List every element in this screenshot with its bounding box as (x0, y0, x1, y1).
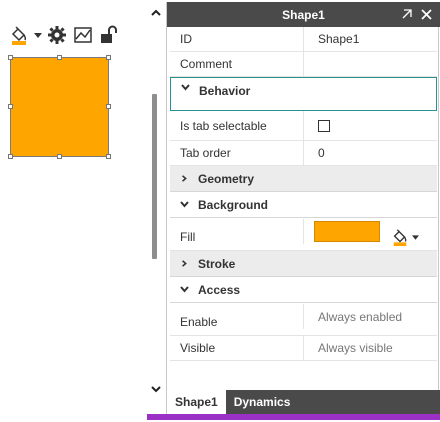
canvas-area (0, 0, 145, 422)
accent-divider (147, 414, 440, 420)
fill-color-swatch[interactable] (314, 221, 380, 242)
shape-rectangle[interactable] (10, 57, 109, 157)
tab-shape1[interactable]: Shape1 (167, 390, 226, 414)
tab-dynamics[interactable]: Dynamics (226, 390, 299, 414)
fill-bucket-button[interactable] (8, 24, 30, 46)
fill-bucket-icon (393, 229, 407, 246)
caret-down-icon (34, 32, 42, 38)
resize-handle-w[interactable] (8, 104, 13, 109)
property-row-tab-order: Tab order 0 (170, 141, 437, 166)
chevron-down-icon (151, 385, 161, 392)
comment-value-field[interactable] (303, 52, 437, 76)
enable-value-field[interactable]: Always enabled (303, 304, 437, 329)
fill-bucket-icon (11, 26, 27, 45)
section-title: Behavior (199, 84, 251, 98)
selected-shape[interactable] (8, 55, 111, 159)
chart-icon (74, 27, 92, 43)
scroll-down-button[interactable] (149, 383, 163, 395)
undock-arrow-icon (402, 9, 412, 19)
shape-toolbar (8, 22, 120, 48)
property-label: Enable (180, 315, 218, 329)
settings-button[interactable] (46, 24, 68, 46)
section-title: Background (198, 197, 269, 212)
section-title: Geometry (198, 171, 255, 186)
property-label: Comment (180, 57, 233, 71)
id-value-field[interactable]: Shape1 (303, 27, 437, 51)
property-label: Tab order (180, 146, 231, 160)
resize-handle-s[interactable] (57, 154, 62, 159)
chevron-right-icon (176, 174, 192, 183)
property-row-visible: Visible Always visible (170, 336, 437, 361)
chevron-right-icon (176, 259, 192, 268)
resize-handle-se[interactable] (106, 154, 111, 159)
resize-handle-sw[interactable] (8, 154, 13, 159)
tab-selectable-value (303, 111, 437, 140)
property-label: ID (180, 32, 192, 46)
property-row-id: ID Shape1 (170, 27, 437, 52)
panel-tabs: Shape1 Dynamics (167, 390, 440, 414)
section-behavior[interactable]: Behavior (170, 77, 437, 111)
tab-selectable-checkbox[interactable] (318, 119, 330, 132)
chevron-down-icon (176, 201, 192, 208)
chevron-up-icon (151, 9, 161, 16)
resize-handle-e[interactable] (106, 104, 111, 109)
trend-chart-button[interactable] (72, 24, 94, 46)
fill-picker-button[interactable] (391, 228, 421, 246)
section-access[interactable]: Access (170, 277, 437, 303)
property-row-tab-selectable: Is tab selectable (170, 111, 437, 141)
property-row-comment: Comment (170, 52, 437, 77)
tab-order-value-field[interactable]: 0 (303, 141, 437, 165)
section-geometry[interactable]: Geometry (170, 166, 437, 192)
chevron-down-icon (176, 286, 192, 293)
scroll-thumb[interactable] (152, 94, 157, 259)
close-button[interactable] (418, 6, 434, 22)
panel-scrollbar[interactable] (146, 0, 166, 410)
section-title: Access (198, 282, 241, 297)
property-row-enable: Enable Always enabled (170, 303, 437, 336)
visible-value-field[interactable]: Always visible (303, 336, 437, 360)
property-grid: ID Shape1 Comment Behavior Is tab select… (170, 27, 437, 361)
section-stroke[interactable]: Stroke (170, 251, 437, 277)
panel-header: Shape1 (167, 2, 440, 27)
property-row-fill: Fill (170, 218, 437, 251)
resize-handle-ne[interactable] (106, 55, 111, 60)
close-icon (420, 8, 432, 20)
lock-button[interactable] (98, 24, 120, 46)
caret-down-icon (412, 234, 419, 240)
gear-icon (48, 26, 66, 44)
panel-title: Shape1 (282, 7, 325, 22)
resize-handle-nw[interactable] (8, 55, 13, 60)
properties-panel: Shape1 ID Shape1 Comment Behavior Is tab… (166, 2, 440, 414)
section-background[interactable]: Background (170, 192, 437, 218)
property-label: Visible (180, 341, 216, 355)
property-label: Is tab selectable (180, 118, 267, 133)
unlock-icon (101, 25, 117, 43)
section-title: Stroke (198, 256, 236, 271)
property-label: Fill (180, 230, 196, 244)
undock-button[interactable] (399, 6, 415, 22)
fill-dropdown-caret[interactable] (34, 24, 42, 46)
resize-handle-n[interactable] (57, 55, 62, 60)
scroll-up-button[interactable] (149, 6, 163, 18)
chevron-down-icon (177, 84, 193, 91)
